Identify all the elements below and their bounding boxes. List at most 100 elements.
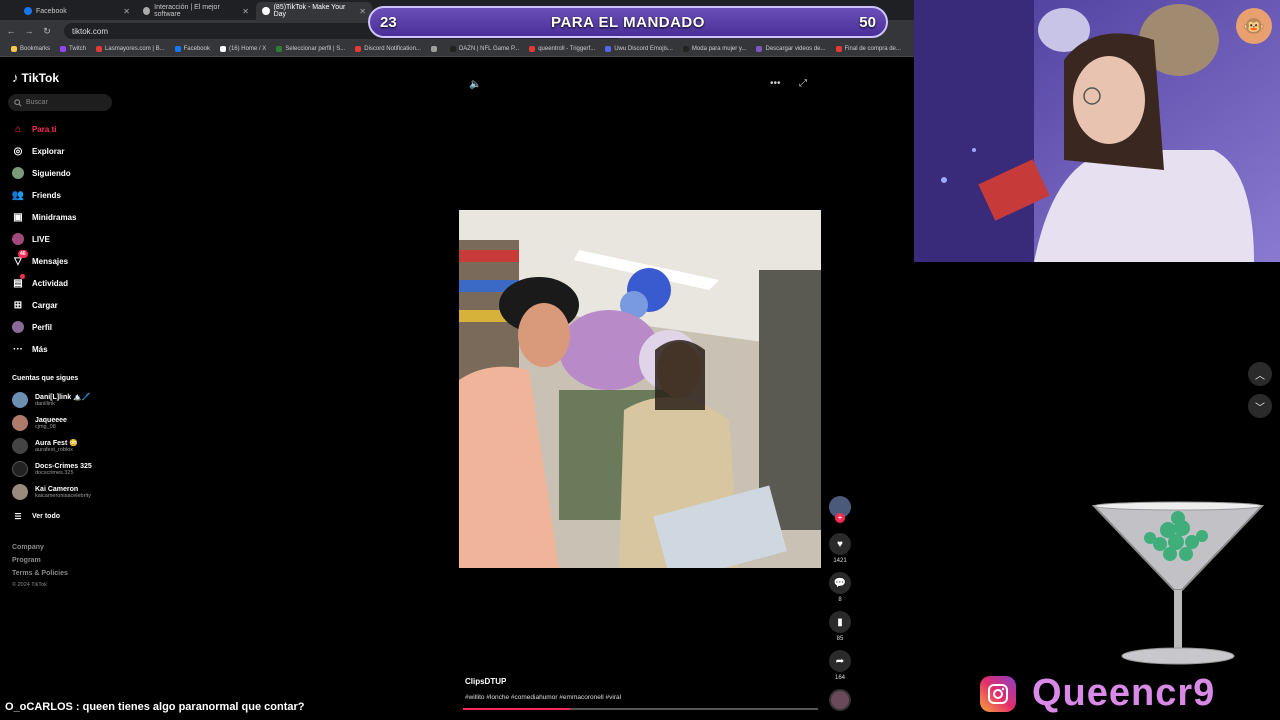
footer-link-company[interactable]: Company (12, 544, 44, 551)
followed-account[interactable]: Aura Fest 😳 aurafest_roblox (12, 438, 78, 454)
nav-item-mensajes[interactable]: ▽ 46 Mensajes (12, 250, 68, 267)
nav-item-cargar[interactable]: ⊞ Cargar (12, 299, 58, 311)
previous-video-button[interactable]: ︿ (1248, 362, 1272, 386)
nav-item-para-ti[interactable]: ⌂ Para ti (12, 123, 57, 135)
bookmark-item[interactable]: (16) Home / X (215, 46, 271, 52)
footer-link-terms[interactable]: Terms & Policies (12, 570, 68, 577)
save-button[interactable]: ▮ 85 (828, 611, 852, 642)
video-author[interactable]: ClipsDTUP (465, 677, 506, 686)
score-right: 50 (859, 13, 876, 31)
fullscreen-icon[interactable]: ⤢ (799, 78, 807, 89)
account-handle: aurafest_roblox (35, 447, 73, 453)
search-icon (14, 98, 22, 107)
bookmark-item[interactable]: Final de compra de... (831, 46, 906, 52)
see-all-link[interactable]: ☰ Ver todo (12, 510, 60, 522)
bookmark-item[interactable]: Lasmayores.com | B... (91, 46, 170, 52)
account-name: Dani[L]link 🏔️🖊️ (35, 394, 91, 401)
more-options-icon[interactable]: ••• (770, 78, 781, 89)
nav-item-perfil[interactable]: Perfil (12, 321, 52, 333)
back-icon[interactable]: ← (6, 26, 16, 36)
creator-avatar-button[interactable]: + (828, 496, 852, 523)
logo-text: TikTok (21, 70, 60, 85)
bookmark-item[interactable]: Facebook (170, 46, 215, 52)
nav-label: Actividad (32, 278, 69, 288)
share-icon: ➦ (829, 650, 851, 672)
bookmarks-bar: Bookmarks Twitch Lasmayores.com | B... Face… (0, 42, 914, 57)
site-icon (143, 7, 151, 15)
music-disc-icon (829, 689, 851, 711)
bookmark-item[interactable]: Discord Notification... (350, 46, 426, 52)
video-progress-fill (463, 708, 570, 710)
followed-account[interactable]: Dani[L]link 🏔️🖊️ danillink (12, 392, 91, 408)
reload-icon[interactable]: ↻ (42, 26, 52, 37)
like-count: 1421 (833, 558, 847, 564)
bookmark-item[interactable]: Uwu Discord Emojis... (600, 46, 678, 52)
bookmark-item[interactable] (426, 46, 445, 52)
bookmark-label: Uwu Discord Emojis... (614, 46, 673, 52)
share-button[interactable]: ➦ 164 (828, 650, 852, 681)
bookmark-item[interactable]: Twitch (55, 46, 91, 52)
browser-tab-active[interactable]: (85)TikTok - Make Your Day ✕ (256, 2, 372, 20)
list-icon: ☰ (14, 511, 22, 521)
bookmark-favicon-icon (276, 46, 283, 52)
nav-item-minidramas[interactable]: ▣ Minidramas (12, 211, 76, 223)
footer-link-program[interactable]: Program (12, 557, 41, 564)
webcam-image (914, 0, 1280, 262)
account-name: Jaqueeee (35, 416, 67, 424)
browser-tab-label: Facebook (36, 7, 67, 15)
bookmark-label: Moda para mujer y... (691, 46, 747, 52)
bookmark-icon: ▮ (829, 611, 851, 633)
nav-item-mas[interactable]: ··· Más (12, 343, 48, 355)
search-input[interactable]: Buscar (8, 94, 112, 111)
volume-icon[interactable]: 🔈 (469, 79, 481, 90)
avatar (12, 461, 28, 477)
bookmark-item[interactable]: DAZN | NFL Game P... (445, 46, 524, 52)
bookmark-favicon-icon (529, 46, 536, 52)
bookmark-item[interactable]: Descargar videos de... (751, 46, 830, 52)
bookmark-favicon-icon (60, 46, 67, 52)
bookmark-label: Final de compra de... (844, 46, 901, 52)
close-tab-icon[interactable]: ✕ (123, 7, 130, 16)
nav-item-siguiendo[interactable]: Siguiendo (12, 167, 71, 179)
close-tab-icon[interactable]: ✕ (359, 7, 366, 16)
forward-icon[interactable]: → (24, 26, 34, 36)
follow-plus-icon[interactable]: + (835, 513, 845, 523)
browser-tab[interactable]: Facebook ✕ (18, 2, 136, 20)
messages-icon: ▽ 46 (14, 250, 28, 267)
bookmark-item[interactable]: Seleccionar perfil | S... (271, 46, 350, 52)
nav-item-explorar[interactable]: ◎ Explorar (12, 145, 65, 157)
tiktok-note-icon: ♪ (12, 70, 19, 85)
nav-item-live[interactable]: LIVE (12, 233, 50, 245)
see-all-label: Ver todo (32, 512, 61, 520)
close-tab-icon[interactable]: ✕ (242, 7, 249, 16)
home-icon: ⌂ (14, 123, 22, 135)
bookmark-item[interactable]: Moda para mujer y... (678, 46, 752, 52)
video-progress-bar[interactable] (463, 708, 818, 710)
browser-tab[interactable]: Interacción | El mejor software ✕ (137, 2, 255, 20)
music-disc-button[interactable] (828, 689, 852, 711)
followed-account[interactable]: Jaqueeee cjmg_08 (12, 415, 67, 431)
video-player[interactable] (459, 210, 821, 568)
bookmark-label: Bookmarks (20, 46, 51, 52)
nav-item-actividad[interactable]: ▤ Actividad (12, 274, 69, 289)
bookmark-item[interactable]: queentroll - Triggerf... (524, 46, 600, 52)
avatar (12, 484, 28, 500)
nav-item-friends[interactable]: 👥 Friends (12, 189, 61, 201)
followed-account[interactable]: Kai Cameron kaicameronisacelebrity (12, 484, 91, 500)
upload-icon: ⊞ (13, 299, 23, 311)
copyright: © 2024 TikTok (12, 582, 47, 588)
tiktok-logo[interactable]: ♪ TikTok (12, 70, 59, 85)
tiktok-sidebar: ♪ TikTok Buscar ⌂ Para ti ◎ Explorar Sig… (0, 58, 116, 598)
bookmark-item[interactable]: Bookmarks (6, 46, 55, 52)
nav-label: Siguiendo (32, 168, 71, 178)
avatar (12, 392, 28, 408)
comment-button[interactable]: 💬 8 (828, 572, 852, 603)
bookmark-favicon-icon (756, 46, 763, 52)
next-video-button[interactable]: ﹀ (1248, 394, 1272, 418)
nav-label: Minidramas (32, 212, 77, 222)
bookmark-label: DAZN | NFL Game P... (458, 46, 520, 52)
nav-label: Perfil (32, 322, 53, 332)
like-button[interactable]: ♥ 1421 (828, 533, 852, 564)
followed-account[interactable]: Docs-Crimes 325 docscrimes.325 (12, 461, 92, 477)
video-hashtags[interactable]: #willito #lonche #comediahumor #emmacoro… (465, 694, 621, 701)
